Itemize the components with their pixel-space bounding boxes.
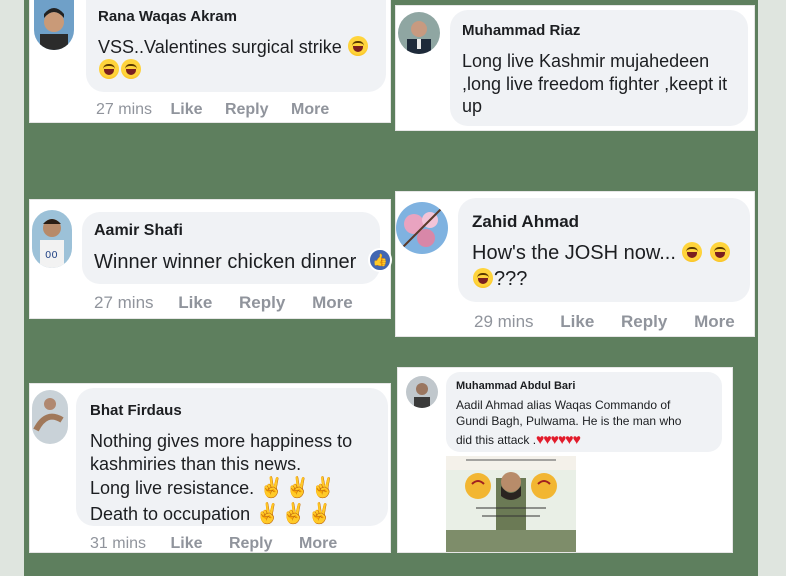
comment-line: Long live resistance. [90,478,255,499]
comment-line: kashmiries than this news. [90,454,302,475]
comment-actions: 27 mins Like Reply More [96,101,329,119]
comment-bubble: Aamir Shafi Winner winner chicken dinner [82,212,380,284]
clapping-hands-emoji: ✌✌✌ [255,502,333,525]
comment-text: Nothing gives more happiness to kashmiri… [90,430,385,527]
like-link[interactable]: Like [170,101,202,119]
commenter-name[interactable]: Bhat Firdaus [90,402,182,419]
attached-poster-image[interactable] [446,456,576,552]
timestamp[interactable]: 31 mins [90,535,146,553]
commenter-name[interactable]: Zahid Ahmad [472,212,579,232]
comment-line: Nothing gives more happiness to [90,431,353,451]
commenter-name[interactable]: Muhammad Abdul Bari [456,380,575,392]
more-link[interactable]: More [312,293,353,313]
right-frame-strip [758,0,786,576]
commenter-name[interactable]: Aamir Shafi [94,222,183,240]
comment-card-rana: Rana Waqas Akram VSS..Valentines surgica… [30,0,390,122]
avatar[interactable] [406,376,438,408]
reply-link[interactable]: Reply [621,312,667,332]
clapping-hands-emoji: ✌✌✌ [259,477,337,500]
avatar[interactable]: 00 [32,210,72,268]
comment-actions: 27 mins Like Reply More [94,293,353,313]
comment-line: ??? [494,268,528,290]
comment-line: Long live Kashmir mujahedeen [462,51,710,71]
more-link[interactable]: More [299,535,337,553]
timestamp[interactable]: 27 mins [96,101,152,119]
reply-link[interactable]: Reply [229,535,273,553]
timestamp[interactable]: 27 mins [94,293,154,313]
laughing-face-emoji [682,242,703,262]
comment-card-riaz: Muhammad Riaz Long live Kashmir mujahede… [396,6,754,130]
comment-text: Winner winner chicken dinner [94,251,357,273]
comment-card-bari: Muhammad Abdul Bari Aadil Ahmad alias Wa… [398,368,732,552]
svg-text:00: 00 [45,250,58,261]
comment-actions: 31 mins Like Reply More [90,535,337,553]
like-link[interactable]: Like [178,293,212,313]
like-thumb-icon[interactable]: 👍 [368,248,392,272]
reply-link[interactable]: Reply [225,101,269,119]
comment-text: Long live Kashmir mujahedeen ,long live … [462,50,747,118]
comment-bubble: Bhat Firdaus Nothing gives more happines… [76,388,388,526]
laughing-face-emoji [710,242,731,262]
comment-line: did this attack . [456,432,537,447]
avatar[interactable] [396,202,448,254]
laughing-face-emoji [99,58,119,79]
comment-bubble: Rana Waqas Akram VSS..Valentines surgica… [86,0,386,92]
more-link[interactable]: More [694,312,735,332]
reply-link[interactable]: Reply [239,293,285,313]
laughing-face-emoji [121,58,141,79]
laughing-face-emoji [473,268,493,288]
comment-line: ,long live freedom fighter ,keept it [462,73,728,94]
commenter-name[interactable]: Muhammad Riaz [462,22,580,39]
more-link[interactable]: More [291,101,329,119]
avatar[interactable] [32,390,68,444]
timestamp[interactable]: 29 mins [474,312,534,332]
comment-bubble: Muhammad Riaz Long live Kashmir mujahede… [450,10,748,126]
avatar[interactable] [34,0,74,50]
comment-text: Aadil Ahmad alias Waqas Commando of Gund… [456,398,718,448]
comment-line: Gundi Bagh, Pulwama. He is the man who [456,413,682,428]
like-link[interactable]: Like [560,312,594,332]
comment-card-bhat: Bhat Firdaus Nothing gives more happines… [30,384,390,552]
comment-line: Death to occupation [90,503,251,524]
comment-line: Aadil Ahmad alias Waqas Commando of [456,398,671,412]
comment-card-aamir: 00 Aamir Shafi Winner winner chicken din… [30,200,392,318]
avatar[interactable] [398,12,440,54]
commenter-name[interactable]: Rana Waqas Akram [98,8,237,25]
comment-bubble: Zahid Ahmad How's the JOSH now... ??? [458,198,750,302]
comment-line: How's the JOSH now... [472,242,676,264]
comment-bubble: Muhammad Abdul Bari Aadil Ahmad alias Wa… [446,372,722,452]
comment-body: VSS..Valentines surgical strike [98,37,342,57]
comment-card-zahid: Zahid Ahmad How's the JOSH now... ??? 29… [396,192,754,336]
comment-text: VSS..Valentines surgical strike [98,36,383,81]
heart-emoji: ♥♥♥♥♥♥ [536,430,581,447]
comment-actions: 29 mins Like Reply More [474,312,735,332]
comment-text: How's the JOSH now... ??? [472,240,757,292]
left-frame-strip [0,0,24,576]
comment-line: up [462,96,483,116]
laughing-face-emoji [347,36,368,56]
like-link[interactable]: Like [170,535,202,553]
